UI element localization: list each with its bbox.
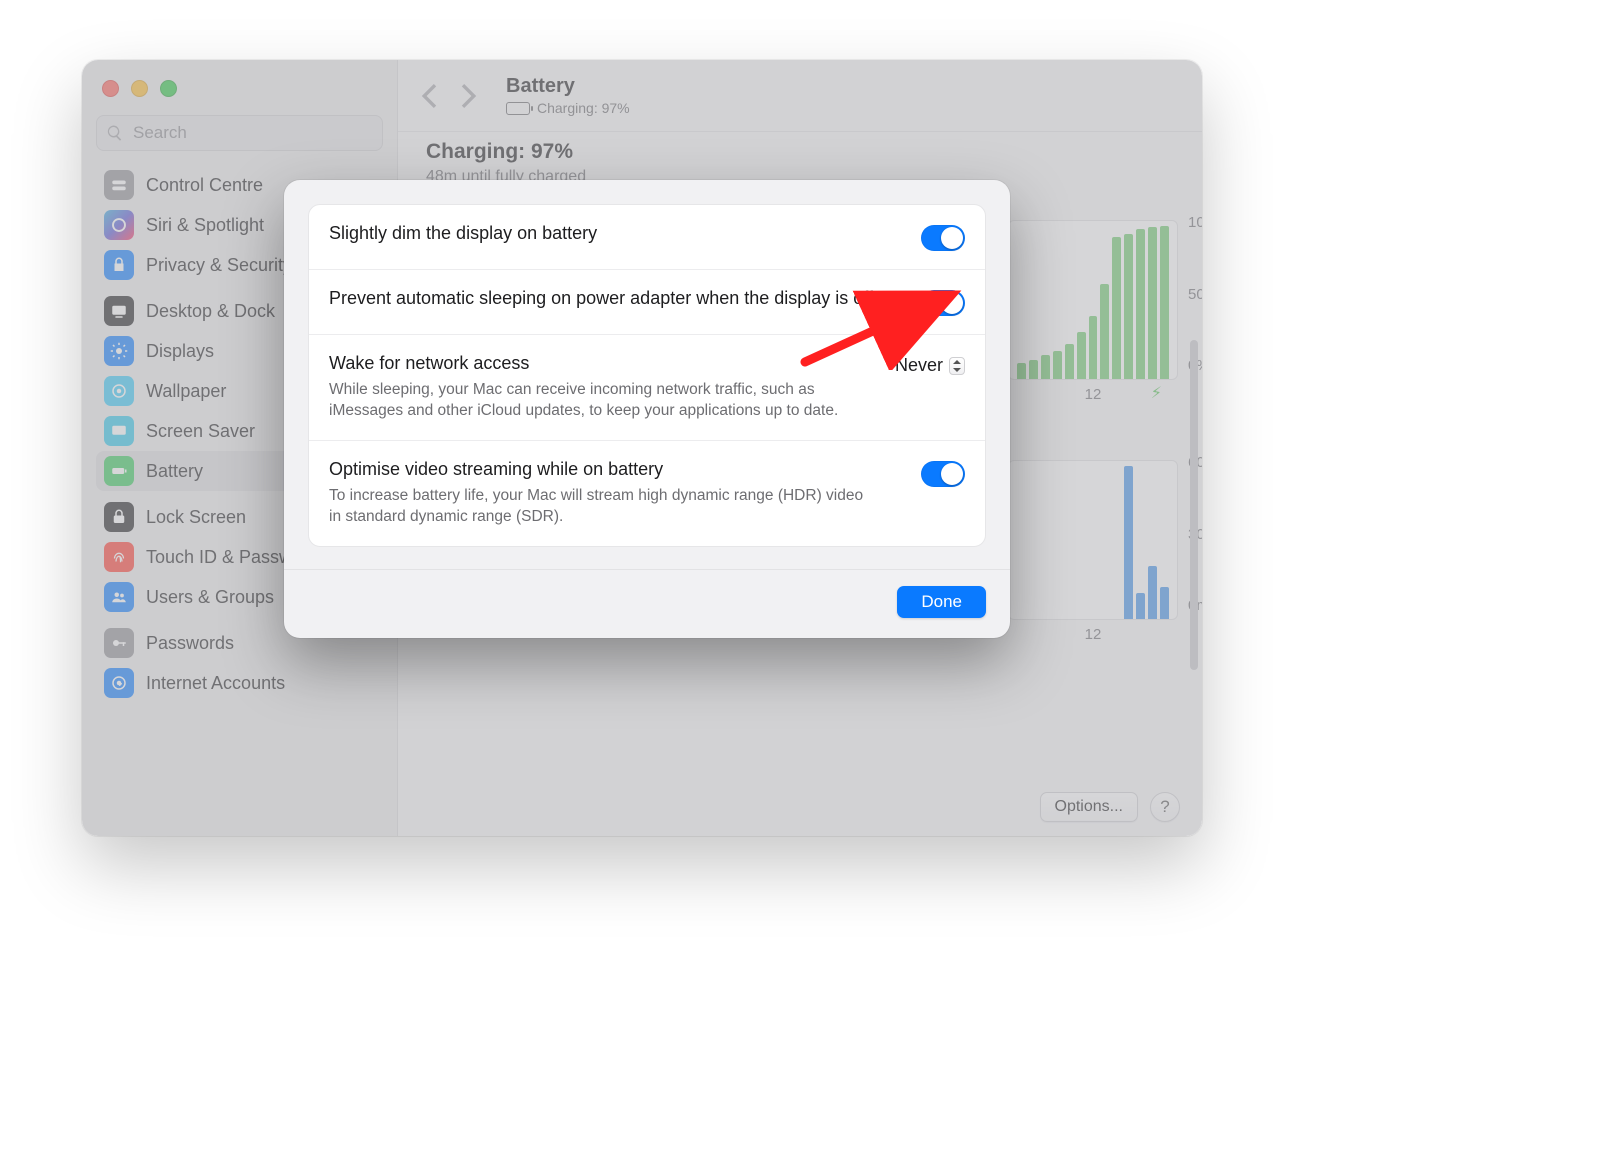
setting-row: Prevent automatic sleeping on power adap… <box>309 270 985 335</box>
settings-card: Slightly dim the display on battery Preve… <box>308 204 986 547</box>
popup-button[interactable]: Never <box>895 355 965 376</box>
done-button[interactable]: Done <box>897 586 986 618</box>
popup-value: Never <box>895 355 943 376</box>
setting-row: Wake for network access While sleeping, y… <box>309 335 985 441</box>
battery-options-sheet: Slightly dim the display on battery Preve… <box>284 180 1010 638</box>
chevron-up-down-icon <box>949 357 965 375</box>
setting-label: Slightly dim the display on battery <box>329 223 901 244</box>
setting-row: Slightly dim the display on battery <box>309 205 985 270</box>
setting-description: To increase battery life, your Mac will … <box>329 486 869 528</box>
setting-label: Wake for network access <box>329 353 875 374</box>
modal-footer: Done <box>284 569 1010 638</box>
toggle-switch[interactable] <box>921 290 965 316</box>
setting-label: Optimise video streaming while on batter… <box>329 459 901 480</box>
toggle-switch[interactable] <box>921 225 965 251</box>
setting-description: While sleeping, your Mac can receive inc… <box>329 380 869 422</box>
setting-row: Optimise video streaming while on batter… <box>309 441 985 546</box>
setting-label: Prevent automatic sleeping on power adap… <box>329 288 901 309</box>
toggle-switch[interactable] <box>921 461 965 487</box>
